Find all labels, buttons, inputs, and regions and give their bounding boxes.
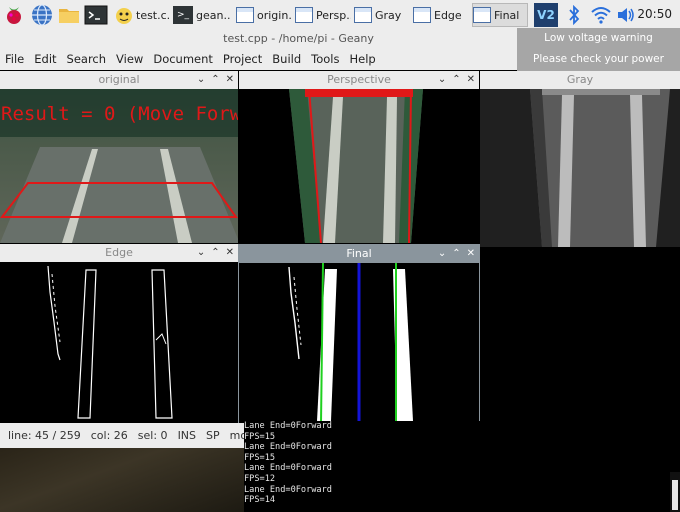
window-icon — [354, 7, 372, 23]
task-gray[interactable]: Gray — [354, 3, 410, 27]
maximize-button[interactable]: ⌃ — [211, 244, 219, 262]
task-label: origin... — [257, 8, 292, 22]
window-icon — [236, 7, 254, 23]
raspberry-menu-icon[interactable] — [2, 3, 26, 27]
scrollbar-thumb[interactable] — [672, 480, 678, 510]
volume-icon[interactable] — [615, 3, 637, 27]
task-label: Persp... — [316, 8, 351, 22]
menu-help[interactable]: Help — [345, 52, 381, 66]
task-edge[interactable]: Edge — [413, 3, 469, 27]
window-edge[interactable]: Edge ⌄ ⌃ ✕ — [0, 244, 238, 423]
status-line: line: 45 / 259 — [8, 429, 81, 442]
window-title: Perspective — [327, 73, 391, 86]
minimize-button[interactable]: ⌄ — [197, 71, 205, 89]
geany-status-bar: line: 45 / 259 col: 26 sel: 0 INS SP mod — [0, 423, 244, 448]
window-title: Gray — [566, 73, 594, 86]
minimize-button[interactable]: ⌄ — [197, 244, 205, 262]
web-browser-icon[interactable] — [30, 3, 54, 27]
window-perspective[interactable]: Perspective ⌄ ⌃ ✕ — [239, 71, 479, 243]
notification-title: Low voltage warning — [544, 32, 653, 44]
window-final-titlebar[interactable]: Final ⌄ ⌃ ✕ — [239, 245, 479, 263]
file-manager-icon[interactable] — [57, 3, 81, 27]
task-label: gean... — [196, 8, 231, 22]
window-gray[interactable]: Gray — [480, 71, 680, 247]
window-icon — [413, 7, 431, 23]
vnc-label: V2 — [534, 3, 558, 27]
perspective-warped-image — [239, 88, 479, 243]
window-icon — [295, 7, 313, 23]
lane-result-overlay: Result = 0 (Move Forward — [1, 103, 238, 125]
window-title: Edge — [105, 246, 133, 259]
close-button[interactable]: ✕ — [467, 71, 475, 89]
status-sp: SP — [206, 429, 220, 442]
window-edge-titlebar[interactable]: Edge ⌄ ⌃ ✕ — [0, 244, 238, 262]
task-perspective[interactable]: Persp... — [295, 3, 351, 27]
window-original-titlebar[interactable]: original ⌄ ⌃ ✕ — [0, 71, 238, 89]
wifi-icon[interactable] — [590, 3, 612, 27]
maximize-button[interactable]: ⌃ — [452, 71, 460, 89]
low-voltage-notification[interactable]: Low voltage warning Please check your po… — [517, 28, 680, 86]
window-title: Final — [346, 247, 372, 260]
maximize-button[interactable]: ⌃ — [452, 245, 460, 263]
original-camera-image: Result = 0 (Move Forward — [0, 89, 238, 243]
menu-search[interactable]: Search — [62, 52, 112, 66]
window-original[interactable]: original ⌄ ⌃ ✕ Result = 0 (Move Forw — [0, 71, 238, 243]
terminal-line: Lane End=0Forward — [244, 421, 332, 431]
terminal-line: Lane End=0Forward — [244, 442, 332, 453]
desktop-background — [0, 448, 244, 512]
status-col: col: 26 — [90, 429, 128, 442]
terminal-icon[interactable] — [84, 3, 108, 27]
edge-image — [0, 262, 238, 423]
close-button[interactable]: ✕ — [226, 244, 234, 262]
close-button[interactable]: ✕ — [226, 71, 234, 89]
menu-document[interactable]: Document — [148, 52, 218, 66]
screen: test.c... >_ gean... origin... Persp... … — [0, 0, 680, 512]
terminal-line: FPS=12 — [244, 473, 276, 484]
maximize-button[interactable]: ⌃ — [211, 71, 219, 89]
bluetooth-icon[interactable] — [563, 3, 585, 27]
terminal-line: FPS=14 — [244, 495, 276, 506]
menu-tools[interactable]: Tools — [306, 52, 344, 66]
terminal-line: FPS=15 — [244, 452, 276, 463]
menu-build[interactable]: Build — [267, 52, 306, 66]
task-label: Edge — [434, 8, 462, 22]
window-icon — [473, 7, 491, 23]
geany-window-title: test.cpp - /home/pi - Geany — [0, 30, 517, 48]
menu-edit[interactable]: Edit — [29, 52, 61, 66]
terminal-output[interactable]: Lane End=0Forward FPS=15 Lane End=0Forwa… — [244, 421, 670, 512]
gray-image — [480, 89, 680, 247]
terminal-scrollbar[interactable] — [670, 472, 680, 512]
task-geany[interactable]: >_ gean... — [173, 3, 231, 27]
final-lane-image — [239, 262, 479, 423]
minimize-button[interactable]: ⌄ — [438, 245, 446, 263]
vnc-icon[interactable]: V2 — [533, 3, 559, 27]
status-ins: INS — [177, 429, 197, 442]
clock: 20:50 — [637, 7, 672, 21]
window-title: original — [98, 73, 140, 86]
task-test-cpp[interactable]: test.c... — [114, 3, 170, 27]
terminal-line: FPS=15 — [244, 431, 276, 442]
status-mode: mod — [229, 429, 244, 442]
terminal-icon: >_ — [173, 6, 193, 24]
status-sel: sel: 0 — [137, 429, 168, 442]
terminal-line: Lane End=0Forward — [244, 484, 332, 495]
geany-app-icon — [114, 5, 134, 25]
task-final[interactable]: Final — [472, 3, 528, 27]
task-original[interactable]: origin... — [236, 3, 292, 27]
minimize-button[interactable]: ⌄ — [438, 71, 446, 89]
menu-project[interactable]: Project — [218, 52, 267, 66]
window-perspective-titlebar[interactable]: Perspective ⌄ ⌃ ✕ — [239, 71, 479, 89]
menu-file[interactable]: File — [0, 52, 29, 66]
window-gray-titlebar[interactable]: Gray — [480, 71, 680, 89]
terminal-line: Lane End=0Forward — [244, 463, 332, 474]
task-label: Final — [494, 8, 520, 22]
taskbar: test.c... >_ gean... origin... Persp... … — [0, 0, 680, 30]
menu-view[interactable]: View — [111, 52, 148, 66]
task-label: Gray — [375, 8, 402, 22]
window-final[interactable]: Final ⌄ ⌃ ✕ — [238, 244, 480, 424]
close-button[interactable]: ✕ — [467, 245, 475, 263]
task-label: test.c... — [136, 8, 170, 22]
